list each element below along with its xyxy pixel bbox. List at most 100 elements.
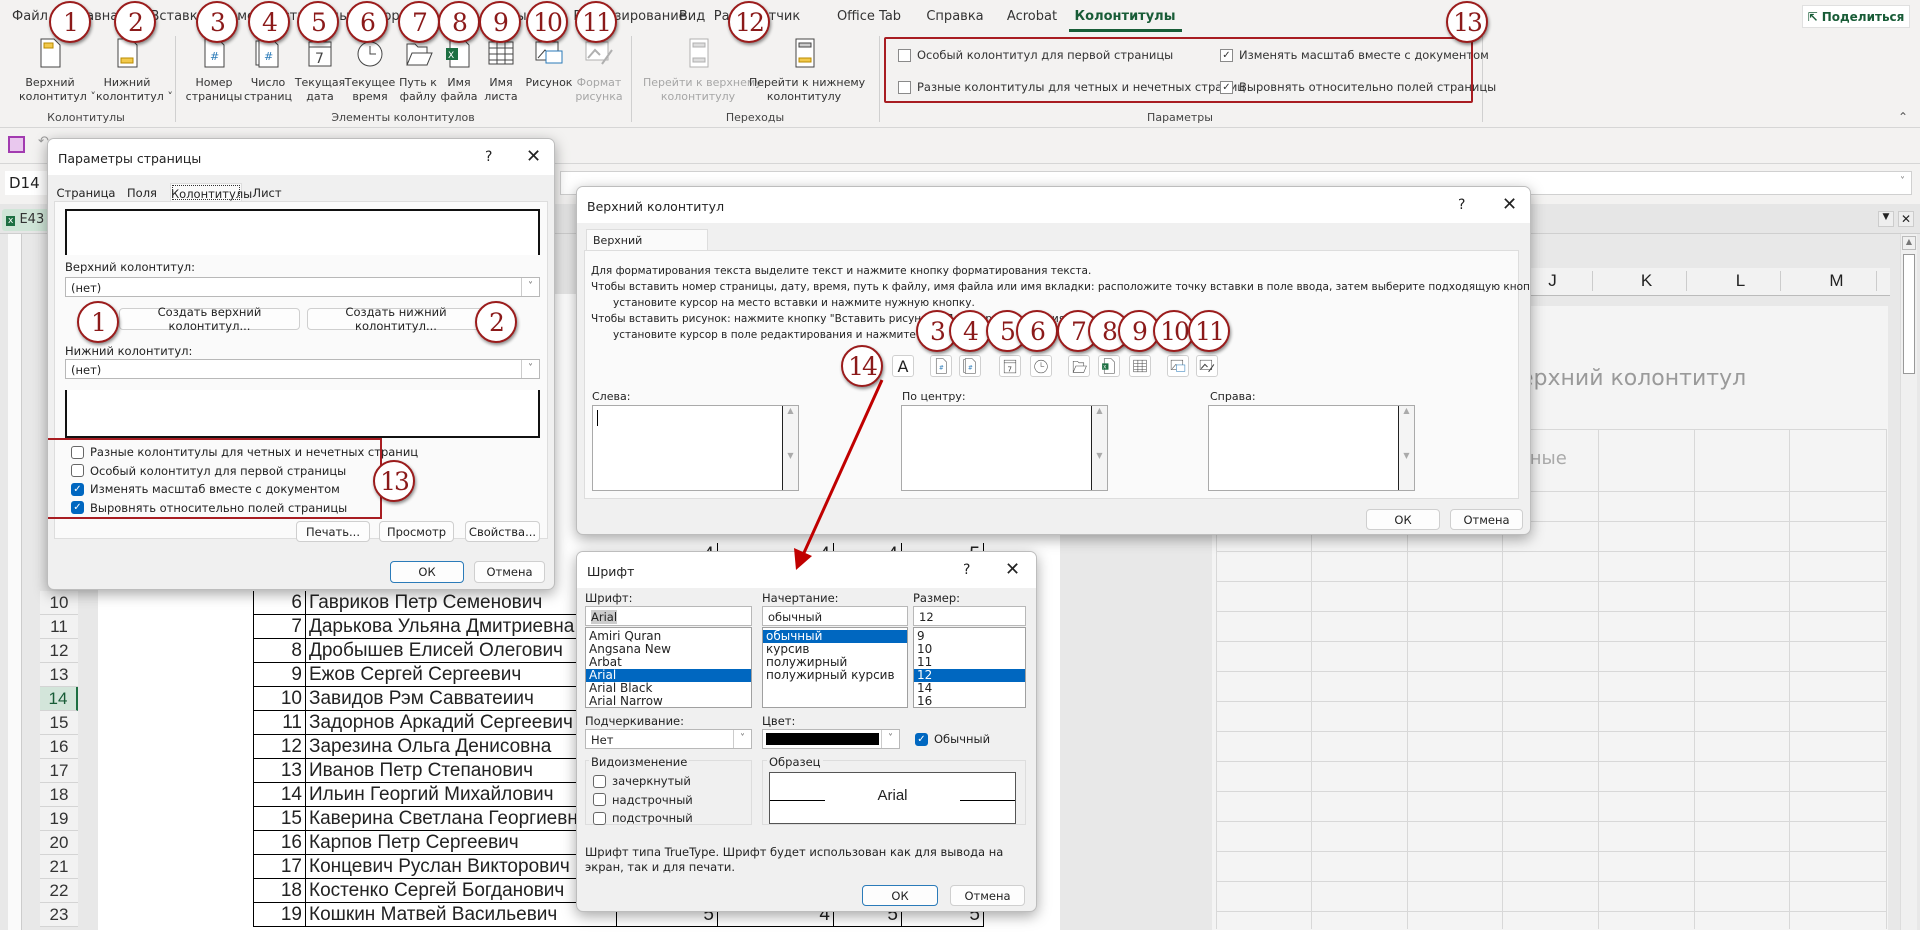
- style-input[interactable]: обычный: [762, 606, 908, 626]
- row-number-cell[interactable]: 7: [253, 615, 306, 639]
- name-cell[interactable]: Карпов Петр Сергеевич: [306, 831, 617, 855]
- properties-button[interactable]: Свойства...: [465, 521, 540, 542]
- ribbon-tab[interactable]: Acrobat: [1007, 9, 1057, 24]
- name-cell[interactable]: Завидов Рэм Савватеиич: [306, 687, 617, 711]
- ok-button[interactable]: ОК: [862, 885, 938, 906]
- help-icon[interactable]: ?: [963, 562, 970, 578]
- row-header[interactable]: 11: [40, 615, 78, 639]
- calendar-icon[interactable]: 7: [999, 355, 1021, 377]
- header-placeholder[interactable]: ерхний колонтитул: [1520, 366, 1746, 391]
- tab-2[interactable]: Колонтитулы: [170, 183, 252, 202]
- row-number-cell[interactable]: 17: [253, 855, 306, 879]
- name-cell[interactable]: Зарезина Ольга Денисовна: [306, 735, 617, 759]
- tab-header[interactable]: Верхний колонтитул: [586, 229, 708, 260]
- cancel-button[interactable]: Отмена: [474, 561, 545, 583]
- column-header[interactable]: K: [1607, 271, 1687, 291]
- underline-select[interactable]: Нет ˅: [585, 729, 752, 749]
- normal-font-checkbox[interactable]: ✓ Обычный: [915, 732, 990, 746]
- close-tab-icon[interactable]: ✕: [1898, 211, 1914, 227]
- ribbon-tab[interactable]: Колонтитулы: [1075, 9, 1176, 24]
- help-icon[interactable]: ?: [1458, 197, 1465, 213]
- row-number-cell[interactable]: 11: [253, 711, 306, 735]
- ribbon-button[interactable]: Перейти к верхнему колонтитулу: [643, 36, 762, 104]
- ok-button[interactable]: ОК: [1366, 509, 1440, 530]
- row-number-cell[interactable]: 13: [253, 759, 306, 783]
- preview-button[interactable]: Просмотр: [379, 521, 454, 542]
- tab-list-dropdown-icon[interactable]: ▼: [1878, 211, 1894, 227]
- ribbon-button[interactable]: Нижний колонтитул ˅: [96, 36, 173, 104]
- scroll-thumb[interactable]: [1903, 254, 1915, 374]
- row-number-cell[interactable]: 19: [253, 903, 306, 927]
- row-number-cell[interactable]: 18: [253, 879, 306, 903]
- name-cell[interactable]: Кошкин Матвей Васильевич: [306, 903, 617, 927]
- color-select[interactable]: ˅: [762, 729, 900, 749]
- cancel-button[interactable]: Отмена: [950, 885, 1025, 906]
- formula-expand-icon[interactable]: ˅: [1900, 176, 1905, 187]
- name-cell[interactable]: Каверина Светлана Георгиевна: [306, 807, 617, 831]
- font-list[interactable]: Amiri Quran Angsana New Arbat Arial Arial Bl…: [585, 627, 752, 708]
- name-cell[interactable]: Дробышев Елисей Олегович: [306, 639, 617, 663]
- right-section-input[interactable]: ▲ ▼: [1208, 405, 1415, 491]
- save-icon[interactable]: [8, 136, 25, 153]
- name-cell[interactable]: Костенко Сергей Богданович: [306, 879, 617, 903]
- effect-checkbox[interactable]: зачеркнутый: [593, 774, 691, 788]
- row-header[interactable]: 15: [40, 711, 78, 735]
- row-number-cell[interactable]: 15: [253, 807, 306, 831]
- sheet-grid-icon[interactable]: [1129, 355, 1151, 377]
- row-number-cell[interactable]: 8: [253, 639, 306, 663]
- scrollbar[interactable]: ▲ ▼: [1398, 406, 1414, 490]
- row-number-cell[interactable]: 16: [253, 831, 306, 855]
- tab-0[interactable]: Страница: [56, 183, 116, 202]
- create-footer-button[interactable]: Создать нижний колонтитул...: [307, 305, 485, 333]
- collapse-ribbon-icon[interactable]: ⌃: [1898, 110, 1908, 124]
- row-header[interactable]: 14: [40, 687, 78, 711]
- name-cell[interactable]: Дарькова Ульяна Дмитриевна: [306, 615, 617, 639]
- vertical-scrollbar[interactable]: ▲: [1900, 234, 1917, 930]
- size-input[interactable]: 12: [913, 606, 1026, 626]
- row-number-cell[interactable]: 9: [253, 663, 306, 687]
- name-cell[interactable]: Концевич Руслан Викторович: [306, 855, 617, 879]
- column-header[interactable]: L: [1701, 271, 1781, 291]
- row-header[interactable]: 10: [40, 591, 78, 615]
- ribbon-button[interactable]: Верхний колонтитул ˅: [19, 36, 96, 104]
- close-icon[interactable]: ✕: [1005, 559, 1020, 580]
- row-header[interactable]: 12: [40, 639, 78, 663]
- print-button[interactable]: Печать...: [296, 521, 370, 542]
- row-header[interactable]: 21: [40, 855, 78, 879]
- ribbon-button[interactable]: Формат рисунка: [568, 36, 630, 104]
- ribbon-tab[interactable]: Справка: [926, 9, 983, 24]
- name-cell[interactable]: Иванов Петр Степанович: [306, 759, 617, 783]
- list-item[interactable]: Arial Narrow: [586, 695, 751, 708]
- row-number-cell[interactable]: 6: [253, 591, 306, 615]
- tab-3[interactable]: Лист: [247, 183, 287, 202]
- create-header-button[interactable]: Создать верхний колонтитул...: [119, 305, 300, 333]
- row-header[interactable]: 13: [40, 663, 78, 687]
- name-cell[interactable]: Ежов Сергей Сергеевич: [306, 663, 617, 687]
- name-cell[interactable]: Гавриков Петр Семенович: [306, 591, 617, 615]
- row-header[interactable]: 20: [40, 831, 78, 855]
- row-header[interactable]: 16: [40, 735, 78, 759]
- close-icon[interactable]: ✕: [526, 146, 541, 167]
- scrollbar[interactable]: ▲ ▼: [1091, 406, 1107, 490]
- share-button[interactable]: ⇱ Поделиться: [1802, 5, 1910, 28]
- name-cell[interactable]: Задорнов Аркадий Сергеевич: [306, 711, 617, 735]
- format-picture-icon[interactable]: [1196, 355, 1218, 377]
- font-input[interactable]: Arial: [585, 606, 752, 626]
- list-item[interactable]: полужирный курсив: [763, 669, 907, 682]
- row-header[interactable]: 17: [40, 759, 78, 783]
- row-header[interactable]: 23: [40, 903, 78, 927]
- row-header[interactable]: 22: [40, 879, 78, 903]
- list-item[interactable]: 16: [914, 695, 1025, 708]
- tab-1[interactable]: Поля: [118, 183, 166, 202]
- scrollbar[interactable]: ▲ ▼: [782, 406, 798, 490]
- format-text-icon[interactable]: A: [892, 355, 914, 377]
- left-section-input[interactable]: ▲ ▼: [592, 405, 799, 491]
- ribbon-tab[interactable]: Вид: [679, 9, 705, 24]
- center-section-input[interactable]: ▲ ▼: [901, 405, 1108, 491]
- row-header[interactable]: 19: [40, 807, 78, 831]
- name-box[interactable]: D14: [5, 171, 49, 195]
- row-number-cell[interactable]: 12: [253, 735, 306, 759]
- ribbon-button[interactable]: Перейти к нижнему колонтитулу: [749, 36, 865, 104]
- column-header[interactable]: M: [1797, 271, 1877, 291]
- scroll-up-icon[interactable]: ▲: [1902, 236, 1916, 250]
